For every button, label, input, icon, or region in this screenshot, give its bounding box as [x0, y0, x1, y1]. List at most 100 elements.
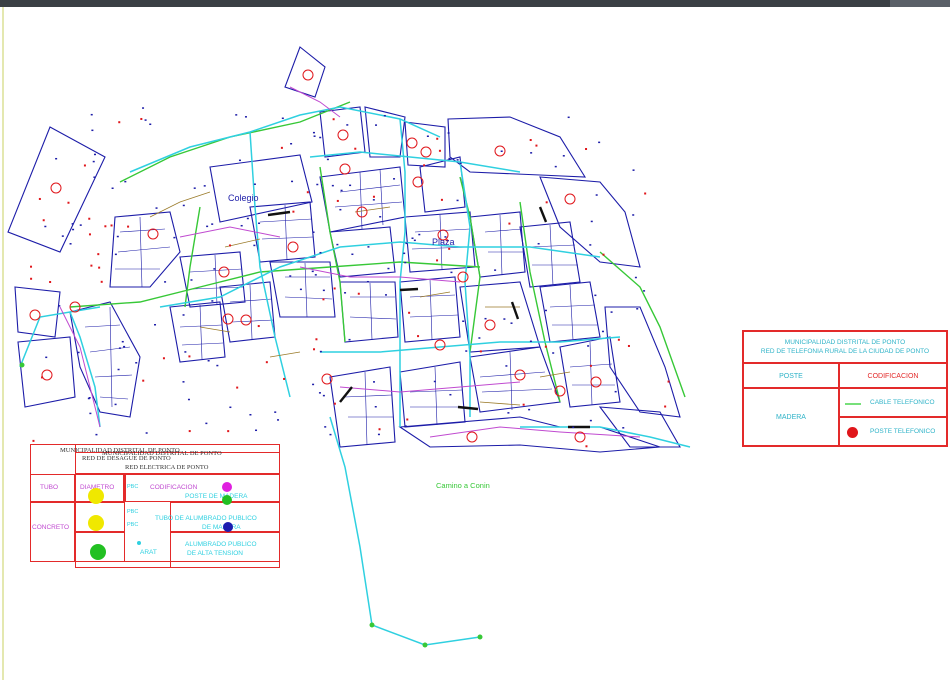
annotation-tick [367, 246, 370, 248]
annotation-tick [587, 345, 590, 347]
annotation-tick [121, 340, 124, 343]
annotation-tick [312, 231, 315, 233]
block-c-9 [219, 281, 276, 343]
pipe-2 [299, 266, 461, 283]
annotation-tick [450, 271, 453, 274]
annotation-tick [366, 280, 369, 283]
annotation-tick [324, 426, 327, 428]
block-marker-circle [420, 146, 432, 158]
legend-item-cable-label: CABLE TELEFONICO [870, 399, 935, 406]
annotation-tick [182, 381, 185, 383]
annotation-tick [336, 243, 339, 246]
annotation-tick [142, 107, 145, 109]
legend-pbc-3: PBC [127, 522, 139, 528]
annotation-tick [562, 155, 565, 157]
annotation-tick [207, 359, 210, 362]
cyan-point-icon [137, 541, 141, 545]
annotation-tick [164, 281, 167, 283]
legend-pbc-2: PBC [127, 509, 139, 515]
street-main-southloop [520, 426, 691, 448]
legend-item-poste-label: POSTE TELEFONICO [870, 428, 936, 435]
legend-alumbrado-publico: ALUMBRADO PUBLICO [185, 541, 257, 548]
block-ne-large [447, 116, 587, 178]
annotation-tick [448, 157, 451, 160]
pole-marker [162, 357, 165, 360]
label-plaza: Plaza [432, 237, 455, 247]
annotation-tick [79, 224, 82, 226]
annotation-tick [329, 433, 332, 436]
title-bar-controls[interactable] [890, 0, 950, 7]
annotation-tick [314, 274, 317, 276]
annotation-tick [544, 309, 547, 312]
pole-marker [508, 222, 511, 225]
legend-concreto: CONCRETO [32, 524, 70, 531]
block-sw [69, 301, 141, 418]
legend-codificacion: CODIFICACION [150, 484, 198, 491]
annotation-tick [405, 242, 408, 245]
annotation-tick [255, 429, 258, 432]
annotation-tick [601, 330, 604, 333]
block-marker-circle [494, 145, 506, 157]
lots-c10 [549, 284, 598, 341]
annotation-tick [72, 228, 75, 231]
block-marker-circle [514, 369, 526, 381]
annotation-tick [528, 408, 531, 411]
block-marker-circle [337, 129, 349, 141]
block-c-12 [539, 281, 601, 343]
pole-marker [664, 405, 667, 408]
legend-col-codificacion: CODIFICACION [839, 363, 947, 388]
annotation-tick [281, 117, 284, 120]
pole-marker [423, 164, 426, 167]
pole-marker [372, 195, 375, 198]
block-marker-circle [147, 228, 159, 240]
pole-marker [49, 280, 52, 283]
lots-sw [84, 306, 133, 408]
pole-marker [544, 345, 547, 348]
pole-marker [283, 377, 286, 380]
seg-5 [339, 386, 353, 403]
cable-line-icon [845, 403, 861, 405]
window-title-bar [0, 0, 950, 7]
street-main-v2 [399, 118, 406, 427]
cad-drawing-canvas[interactable]: Colegio Plaza Camino a Conin MUNICIPALID… [0, 7, 950, 680]
annotation-tick [411, 237, 414, 239]
annotation-tick [387, 267, 390, 270]
label-colegio: Colegio [228, 193, 259, 203]
pole-marker [585, 445, 588, 448]
block-colegio [209, 154, 313, 223]
legend-alta-tension: DE ALTA TENSION [187, 550, 243, 557]
lots-c8 [484, 214, 524, 276]
pole-marker [228, 244, 231, 247]
pole-marker [333, 287, 336, 290]
pole-marker [88, 217, 91, 220]
green-dot-icon [90, 544, 106, 560]
pole-marker [88, 233, 91, 236]
annotation-tick [187, 398, 190, 401]
annotation-tick [155, 207, 158, 209]
block-c-11 [519, 221, 581, 288]
annotation-tick [349, 184, 352, 187]
magenta-dot-icon [222, 482, 232, 492]
annotation-tick [318, 392, 321, 394]
lots-c6 [229, 284, 275, 340]
annotation-tick [484, 317, 487, 320]
pole-marker [306, 191, 309, 194]
block-marker-circle [406, 137, 418, 149]
annotation-tick [374, 406, 377, 408]
block-west-1 [14, 286, 61, 338]
pole-marker [617, 338, 620, 341]
annotation-tick [118, 347, 121, 349]
annotation-tick [319, 251, 322, 254]
annotation-tick [211, 300, 214, 302]
annotation-tick [77, 351, 80, 354]
pole-marker [378, 428, 381, 431]
pole-marker [315, 338, 318, 341]
block-south-1 [329, 366, 396, 448]
annotation-tick [124, 180, 127, 183]
block-marker-circle [466, 431, 478, 443]
block-c-1 [319, 166, 406, 233]
pole-marker [336, 199, 339, 202]
annotation-tick [206, 225, 209, 228]
pole-marker [585, 148, 588, 151]
label-camino: Camino a Conin [436, 481, 490, 490]
